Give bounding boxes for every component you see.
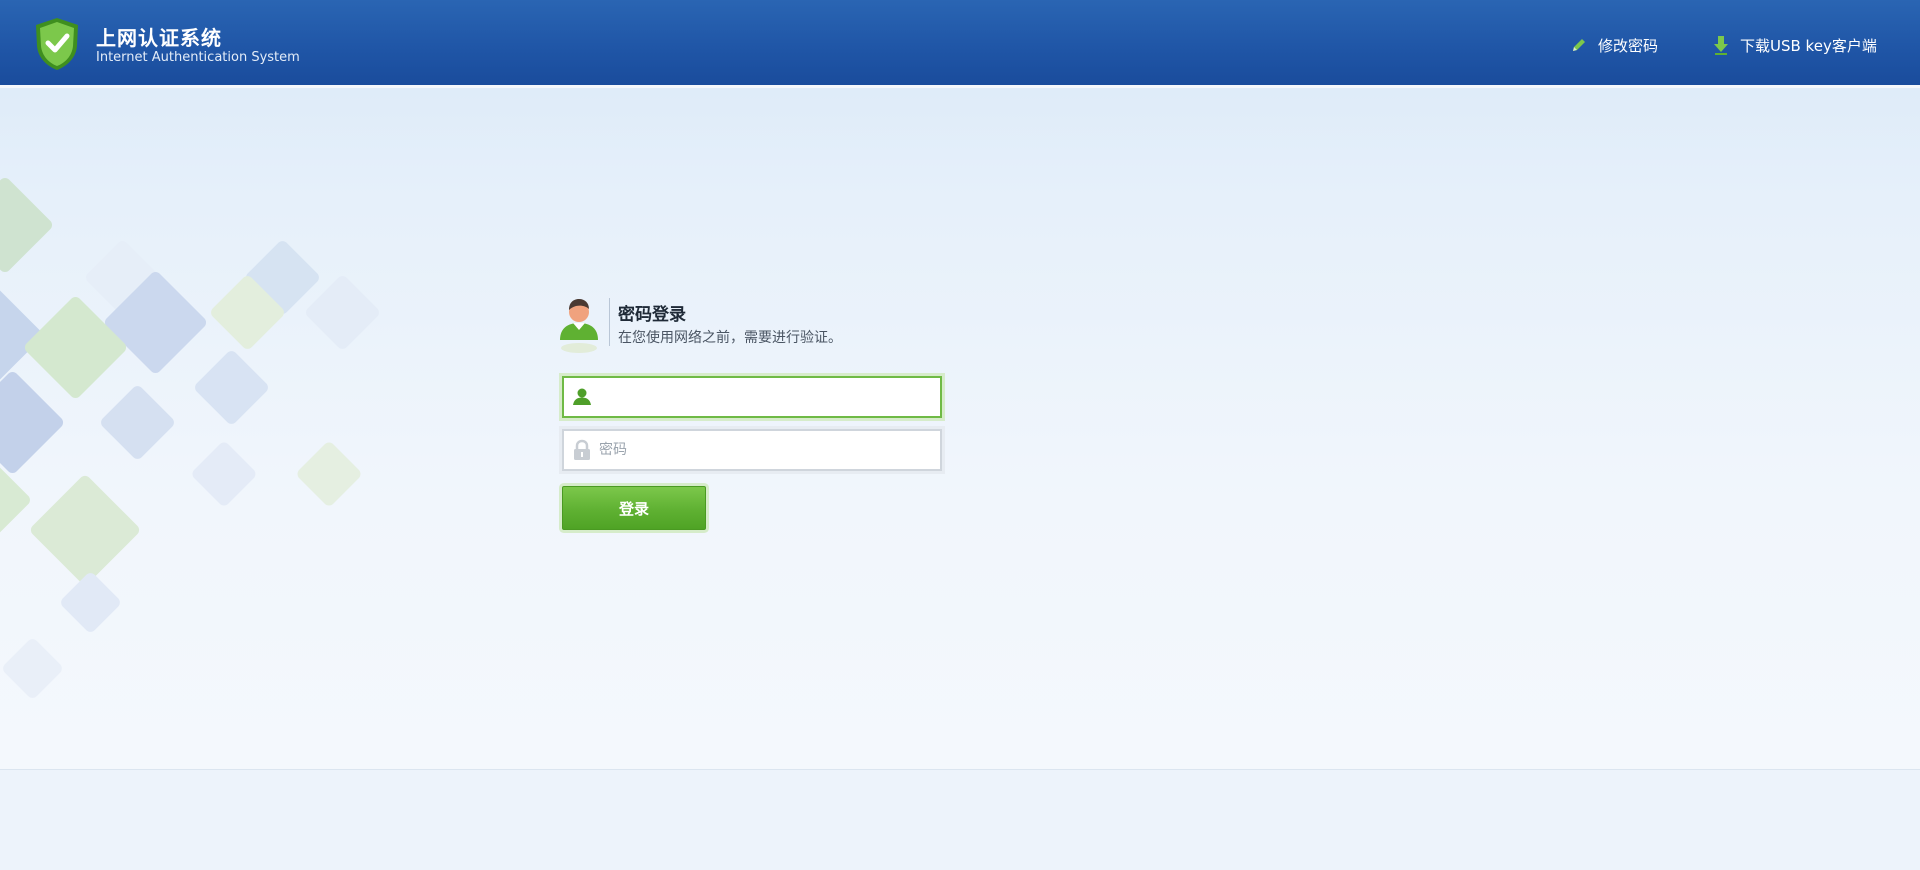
username-field[interactable] (562, 376, 942, 418)
username-input[interactable] (599, 382, 940, 412)
password-input[interactable] (599, 435, 940, 465)
change-password-label: 修改密码 (1598, 36, 1659, 55)
login-header: 密码登录 在您使用网络之前，需要进行验证。 (558, 296, 958, 356)
footer-band (0, 770, 1920, 870)
login-description: 在您使用网络之前，需要进行验证。 (618, 330, 842, 346)
top-header: 上网认证系统 Internet Authentication System 修改… (0, 0, 1920, 88)
shield-check-icon (36, 18, 78, 70)
password-field[interactable] (562, 429, 942, 471)
header-divider (609, 298, 610, 346)
user-avatar-icon (560, 299, 598, 353)
user-icon (573, 388, 591, 405)
change-password-link[interactable]: 修改密码 (1570, 34, 1658, 56)
login-title: 密码登录 (618, 305, 686, 325)
download-client-link[interactable]: 下载USB key客户端 (1712, 34, 1877, 56)
download-client-label: 下载USB key客户端 (1740, 36, 1877, 55)
app-title: 上网认证系统 (96, 26, 222, 50)
decorative-diamond-pattern (0, 150, 420, 730)
app-subtitle: Internet Authentication System (96, 50, 300, 65)
pencil-icon (1573, 39, 1585, 51)
lock-icon (574, 439, 590, 460)
login-button[interactable]: 登录 (562, 486, 706, 530)
download-arrow-icon (1714, 36, 1728, 55)
